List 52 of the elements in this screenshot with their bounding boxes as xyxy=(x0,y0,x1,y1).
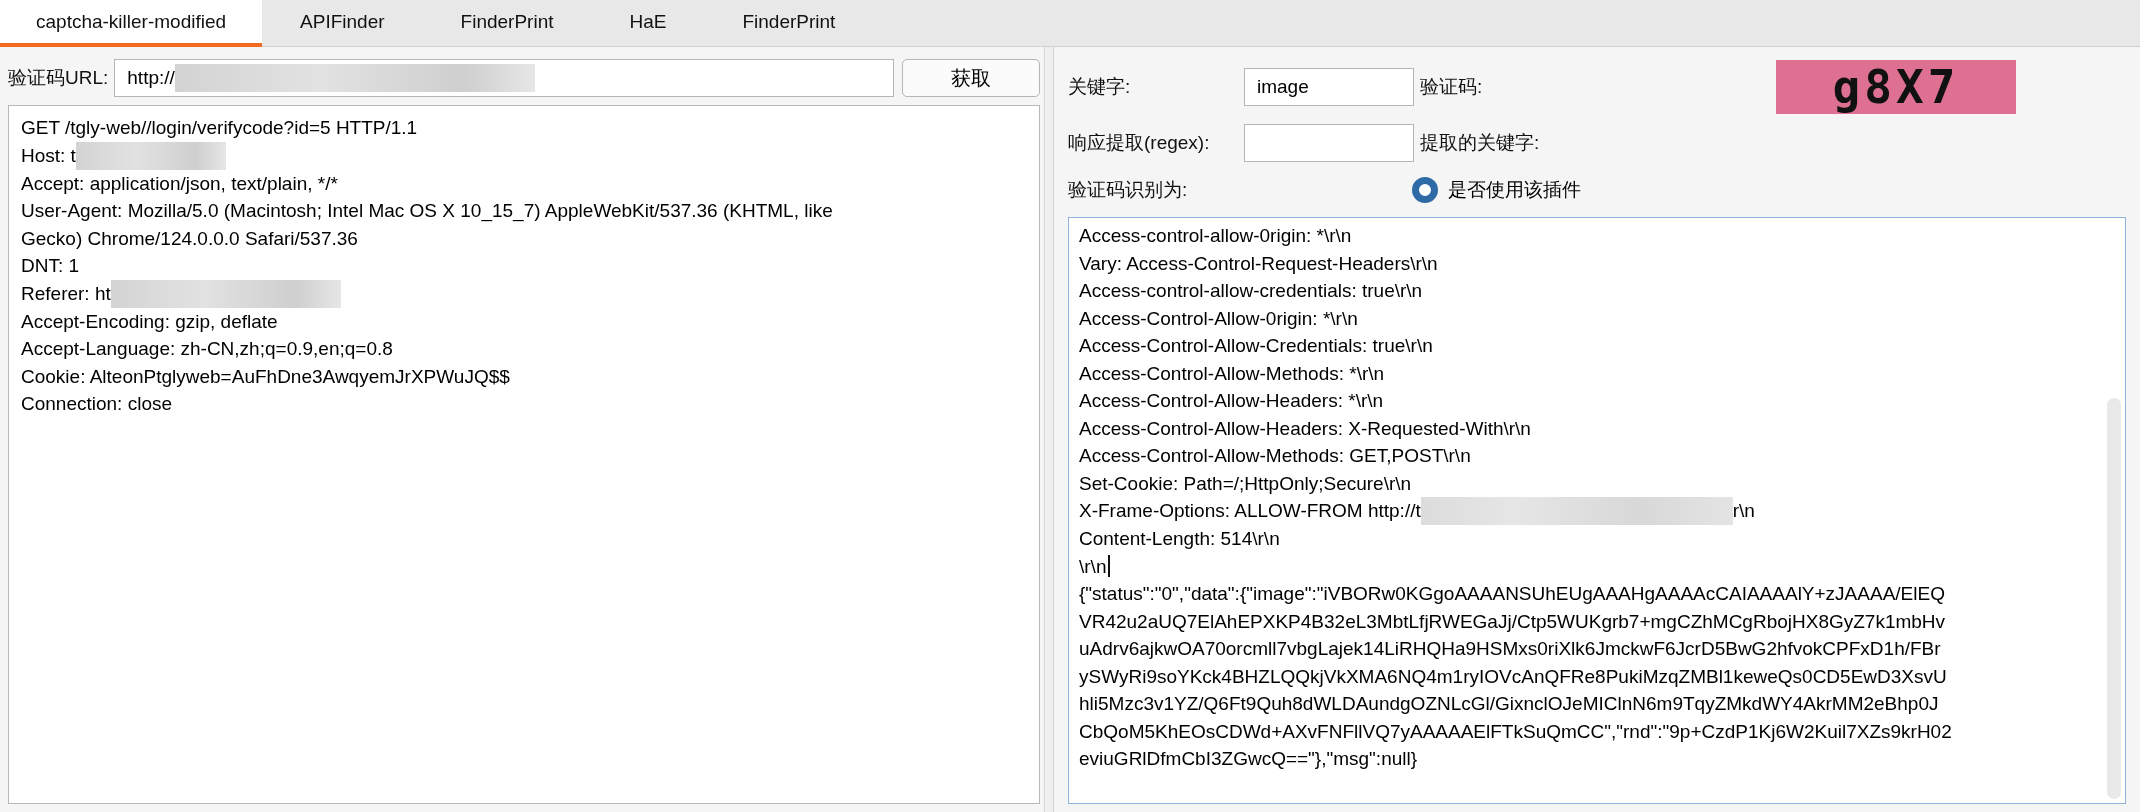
response-line: \r\n xyxy=(1079,554,1107,579)
keyword-input-field[interactable]: image xyxy=(1244,68,1414,106)
request-line: Accept-Language: zh-CN,zh;q=0.9,en;q=0.8 xyxy=(21,337,393,361)
captcha-image: g8X7 xyxy=(1776,60,2016,114)
request-line: Connection: close xyxy=(21,392,173,416)
tab[interactable]: HaE xyxy=(591,0,705,47)
fetch-button[interactable]: 获取 xyxy=(902,59,1040,97)
response-line: Content-Length: 514\r\n xyxy=(1079,527,1280,551)
response-line: X-Frame-Options: ALLOW-FROM http://t xyxy=(1079,499,1421,524)
extracted-keyword-label: 提取的关键字: xyxy=(1420,131,1541,155)
request-line: Accept-Encoding: gzip, deflate xyxy=(21,309,278,334)
response-line: Access-control-allow-0rigin: *\r\n xyxy=(1079,224,1352,248)
request-line: DNT: 1 xyxy=(21,254,80,278)
response-line: eviuGRlDfmCbI3ZGwcQ=="},"msg":null} xyxy=(1079,747,1418,771)
keyword-label: 关键字: xyxy=(1068,75,1132,99)
request-text-area[interactable] xyxy=(8,105,1040,804)
response-line: Set-Cookie: Path=/;HttpOnly;Secure\r\n xyxy=(1079,471,1412,496)
response-line: ySWyRi9soYKck4BHZLQQkjVkXMA6NQ4m1ryIOVcAnQFRe8PukiMzqZMBl1keweQs0CD5EwD3XsvU xyxy=(1079,664,1947,689)
response-line: Access-Control-Allow-Methods: *\r\n xyxy=(1079,361,1385,386)
request-line: Gecko) Chrome/124.0.0.0 Safari/537.36 xyxy=(21,226,358,251)
response-line: Access-Control-Allow-0rigin: *\r\n xyxy=(1079,306,1358,331)
tab[interactable]: FinderPrint xyxy=(422,0,592,47)
url-label: 验证码URL: xyxy=(8,66,109,90)
request-line: Referer: ht xyxy=(21,281,111,306)
response-line: {"status":"0","data":{"image":"iVBORw0KGgoAAAANSUhEUgAAAHgAAAAcCAIAAAAlY+zJAAAA/ElEQ xyxy=(1079,582,1945,606)
response-line: Access-Control-Allow-Headers: X-Requested-With\r\n xyxy=(1079,416,1531,441)
regex-label: 响应提取(regex): xyxy=(1068,131,1211,155)
tab[interactable]: captcha-killer-modified xyxy=(0,0,263,47)
tab[interactable]: FinderPrint xyxy=(704,0,874,47)
request-line: Accept: application/json, text/plain, */* xyxy=(21,171,338,196)
tab[interactable]: APIFinder xyxy=(262,0,423,47)
response-line: r\n xyxy=(1732,499,1755,524)
request-line: GET /tgly-web//login/verifycode?id=5 HTTP/1.1 xyxy=(21,116,418,140)
response-line: Access-control-allow-credentials: true\r\n xyxy=(1079,279,1423,303)
splitter-handle[interactable] xyxy=(1044,47,1054,812)
request-line: User-Agent: Mozilla/5.0 (Macintosh; Intel Mac OS X 10_15_7) AppleWebKit/537.36 (KHTML, like xyxy=(21,199,833,224)
response-line: Access-Control-Allow-Credentials: true\r\n xyxy=(1079,334,1433,358)
response-line: VR42u2aUQ7ElAhEPXKP4B32eL3MbtLfjRWEGaJj/Ctp5WUKgrb7+mgCZhMCgRbojHX8GyZ7k1mbHv xyxy=(1079,609,1946,634)
response-text-area[interactable] xyxy=(1068,217,2126,804)
response-line: uAdrv6ajkwOA70orcmll7vbgLajek14LiRHQHa9HSMxs0riXlk6JmckwF6JcrD5BwG2hfvokCPFxD1h/FBr xyxy=(1079,637,1941,661)
response-line: hli5Mzc3v1YZ/Q6Ft9Quh8dWLDAundgOZNLcGl/GixnclOJeMIClnN6m9TqyZMkdWY4AkrMM2eBhp0J xyxy=(1079,692,1939,716)
recognized-label: 验证码识别为: xyxy=(1068,178,1189,202)
response-line: Vary: Access-Control-Request-Headers\r\n xyxy=(1079,251,1438,276)
use-plugin-radio[interactable]: 是否使用该插件 xyxy=(1412,177,2016,203)
request-line: Cookie: AlteonPtglyweb=AuFhDne3AwqyemJrXPWuJQ$$ xyxy=(21,364,510,389)
url-input-field[interactable]: http:// xyxy=(114,59,894,97)
response-line: CbQoM5KhEOsCDWd+AXvFNFllVQ7yAAAAAElFTkSuQmCC","rnd":"9p+CzdP1Kj6W2Kuil7XZs9krH02 xyxy=(1079,719,1952,744)
response-line: Access-Control-Allow-Methods: GET,POST\r\n xyxy=(1079,444,1471,468)
regex-input-field[interactable] xyxy=(1244,124,1414,162)
response-line: Access-Control-Allow-Headers: *\r\n xyxy=(1079,389,1384,413)
request-line: Host: t xyxy=(21,143,76,168)
captcha-label: 验证码: xyxy=(1420,75,1484,99)
